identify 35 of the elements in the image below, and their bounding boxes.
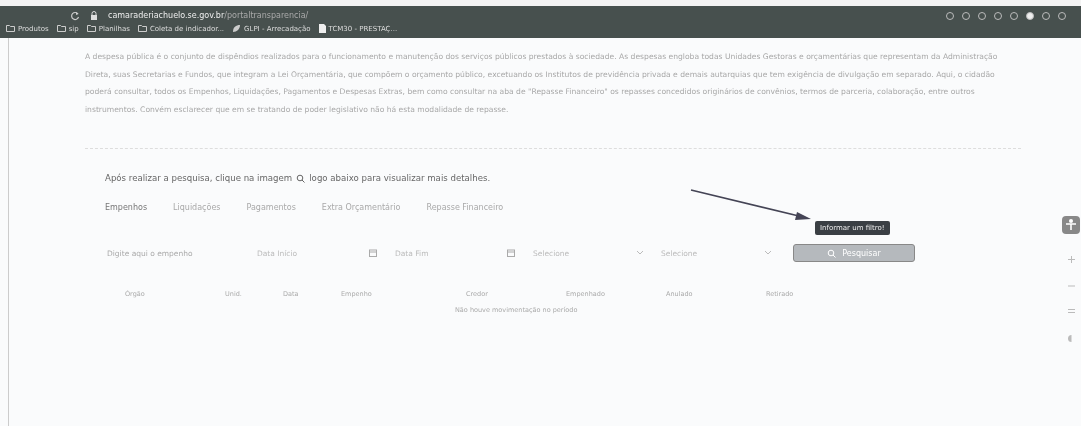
document-icon xyxy=(318,24,326,33)
search-icon xyxy=(296,173,306,183)
folder-icon xyxy=(6,25,15,32)
extension-icon[interactable] xyxy=(945,10,955,21)
search-button[interactable]: Pesquisar xyxy=(793,244,915,262)
folder-icon xyxy=(56,25,66,32)
leaf-icon xyxy=(232,24,242,33)
tab[interactable]: Extra Orçamentário xyxy=(321,203,401,212)
hint-text: Após realizar a pesquisa, clique na imagem xyxy=(105,173,293,183)
folder-icon xyxy=(137,25,147,32)
caret-icon xyxy=(765,251,771,255)
calendar-icon xyxy=(369,249,377,257)
search-icon xyxy=(827,248,837,258)
extension-icon[interactable] xyxy=(1009,10,1019,21)
extension-icon[interactable] xyxy=(1041,10,1051,21)
extension-icon[interactable] xyxy=(977,10,987,21)
contrast-icon[interactable] xyxy=(1067,335,1075,342)
url-field[interactable]: camaraderiachuelo.se.gov.br/portaltransparencia/ xyxy=(108,11,309,20)
extension-icon[interactable] xyxy=(1057,10,1067,21)
tab[interactable]: Empenhos xyxy=(105,203,148,212)
tab[interactable]: Pagamentos xyxy=(246,203,296,212)
folder-icon xyxy=(86,25,96,32)
lock-icon xyxy=(90,10,98,21)
caret-icon xyxy=(637,251,643,255)
calendar-icon xyxy=(507,249,515,257)
tab[interactable]: Liquidações xyxy=(173,203,221,212)
accessibility-icon[interactable] xyxy=(1062,216,1080,234)
extension-icon[interactable] xyxy=(961,10,971,21)
extension-icon[interactable] xyxy=(1025,10,1035,21)
tab[interactable]: Repasse Financeiro xyxy=(426,203,504,212)
hint-text: logo abaixo para visualizar mais detalhes. xyxy=(309,173,491,183)
extension-icon[interactable] xyxy=(993,10,1003,21)
plus-icon[interactable] xyxy=(1067,256,1075,263)
reload-icon[interactable] xyxy=(70,10,80,21)
equals-icon[interactable] xyxy=(1067,309,1075,313)
